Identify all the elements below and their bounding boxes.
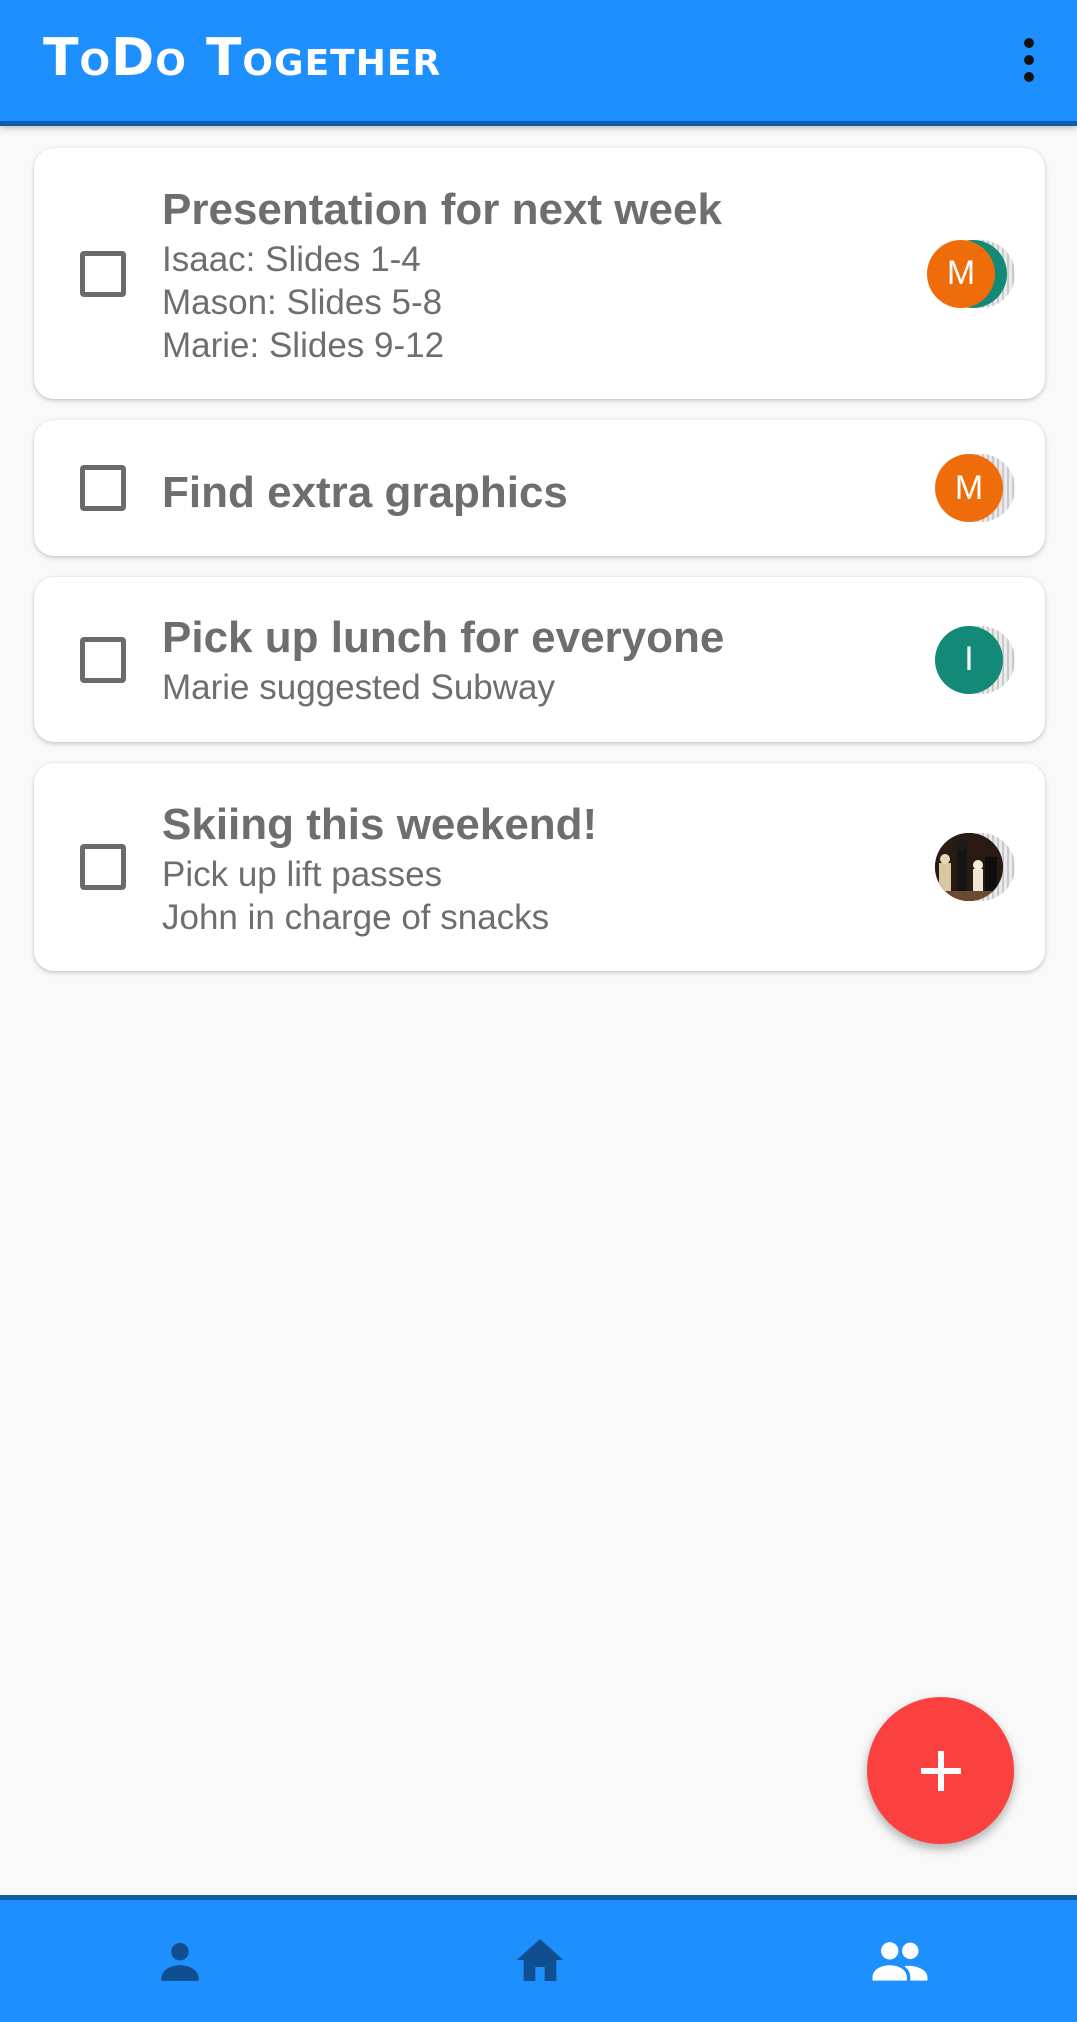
task-card[interactable]: Presentation for next week Isaac: Slides… [34, 148, 1045, 399]
task-note: Marie suggested Subway [162, 668, 555, 707]
chess-pieces-icon [935, 833, 1003, 901]
more-vert-icon-dot [1024, 72, 1034, 82]
task-title: Presentation for next week [162, 185, 722, 234]
avatar-photo [935, 833, 1003, 901]
task-content: Presentation for next week Isaac: Slides… [162, 182, 905, 367]
task-note: Mason: Slides 5-8 [162, 283, 443, 322]
add-task-button[interactable] [867, 1697, 1014, 1844]
task-card[interactable]: Find extra graphics M [34, 420, 1045, 556]
task-note: John in charge of snacks [162, 898, 550, 937]
home-icon [516, 1939, 564, 1981]
task-checkbox[interactable] [80, 636, 126, 683]
task-content: Skiing this weekend! Pick up lift passes… [162, 797, 905, 939]
avatar: M [935, 454, 1003, 522]
app-title: ToDo Together [43, 28, 442, 88]
task-checkbox[interactable] [80, 250, 126, 297]
nav-profile-button[interactable] [140, 1928, 220, 1992]
task-title: Pick up lunch for everyone [162, 613, 725, 662]
task-checkbox[interactable] [80, 465, 126, 511]
assignee-avatars[interactable]: M [925, 239, 1015, 309]
task-note: Pick up lift passes [162, 855, 443, 894]
avatar: I [935, 625, 1003, 694]
assignee-avatars[interactable] [925, 832, 1015, 902]
task-note: Isaac: Slides 1-4 [162, 240, 421, 279]
task-content: Find extra graphics [162, 465, 905, 521]
task-title: Find extra graphics [162, 468, 568, 517]
group-icon [872, 1942, 928, 1981]
nav-home-button[interactable] [500, 1928, 580, 1992]
assignee-avatars[interactable]: M [925, 453, 1015, 523]
app-bar: ToDo Together [0, 0, 1077, 126]
task-note: Marie: Slides 9-12 [162, 326, 445, 365]
nav-group-button[interactable] [860, 1928, 940, 1992]
task-card[interactable]: Pick up lunch for everyone Marie suggest… [34, 577, 1045, 742]
task-card[interactable]: Skiing this weekend! Pick up lift passes… [34, 763, 1045, 971]
more-vert-icon-dot [1024, 55, 1034, 65]
person-icon [161, 1942, 199, 1981]
task-checkbox[interactable] [80, 844, 126, 890]
plus-icon [920, 1750, 961, 1791]
more-vert-icon [1024, 38, 1034, 48]
task-title: Skiing this weekend! [162, 800, 598, 849]
bottom-navigation [0, 1895, 1077, 2022]
task-list: Presentation for next week Isaac: Slides… [34, 148, 1045, 992]
avatar: M [927, 239, 995, 308]
more-options-button[interactable] [1001, 28, 1057, 92]
app-root: ToDo Together Presentation for next week… [0, 0, 1077, 2022]
task-content: Pick up lunch for everyone Marie suggest… [162, 610, 905, 709]
assignee-avatars[interactable]: I [925, 625, 1015, 695]
